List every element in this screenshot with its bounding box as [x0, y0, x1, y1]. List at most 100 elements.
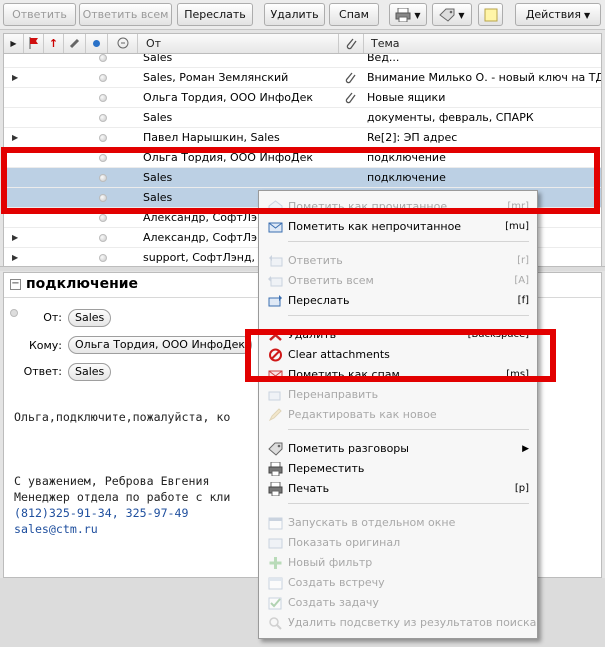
message-from: Sales, Роман Землянский — [143, 71, 289, 84]
attachment-icon — [345, 92, 356, 104]
message-subject: Внимание Милько О. - новый ключ на ТД ЕТ — [367, 71, 602, 84]
message-row[interactable]: ▶ Павел Нарышкин, Sales Re[2]: ЭП адрес — [4, 128, 601, 148]
read-status-column-icon[interactable] — [86, 34, 108, 53]
expand-thread-icon[interactable]: ▶ — [12, 128, 18, 147]
chevron-down-icon: ▼ — [414, 11, 421, 20]
actions-menu-button[interactable]: Действия ▼ — [515, 3, 601, 26]
reply-to-label: Ответ: — [23, 365, 62, 378]
menu-item-label: Ответить всем — [288, 274, 374, 287]
signature-name: С уважением, Реброва Евгения — [14, 474, 210, 488]
note-icon — [484, 8, 497, 22]
read-status-dot[interactable] — [99, 94, 107, 102]
menu-item-label: Ответить — [288, 254, 343, 267]
menu-item[interactable]: Ответить всем [A] — [259, 271, 537, 291]
from-pill[interactable]: Sales — [68, 309, 112, 327]
menu-item[interactable]: Переслать [f] — [259, 291, 537, 311]
menu-item[interactable]: Пометить разговоры ▶ — [259, 439, 537, 459]
forward-button[interactable]: Переслать — [177, 3, 253, 26]
delete-button[interactable]: Удалить — [264, 3, 325, 26]
attachment-column-icon[interactable] — [64, 34, 86, 53]
read-status-dot[interactable] — [99, 74, 107, 82]
collapse-icon[interactable]: − — [10, 279, 21, 290]
expand-thread-icon[interactable]: ▶ — [12, 68, 18, 87]
signature-email[interactable]: sales@ctm.ru — [14, 521, 98, 537]
menu-separator — [288, 241, 529, 242]
menu-item[interactable]: Новый фильтр — [259, 553, 537, 573]
spam-button[interactable]: Спам — [329, 3, 379, 26]
expand-thread-icon[interactable]: ▶ — [12, 248, 18, 266]
message-row[interactable]: Sales документы, февраль, СПАРК — [4, 108, 601, 128]
menu-item[interactable]: Запускать в отдельном окне — [259, 513, 537, 533]
signature-phone[interactable]: (812)325-91-34, 325-97-49 — [14, 505, 189, 521]
junk-column-icon[interactable] — [108, 34, 138, 53]
tag-icon — [439, 8, 455, 22]
menu-item[interactable]: Создать встречу — [259, 573, 537, 593]
menu-item-label: Редактировать как новое — [288, 408, 437, 421]
message-row[interactable]: Ольга Тордия, ООО ИнфоДек Новые ящики — [4, 88, 601, 108]
menu-item[interactable]: Показать оригинал — [259, 533, 537, 553]
forward-icon — [268, 295, 282, 307]
subject-column-header[interactable]: Тема — [364, 34, 601, 53]
message-from: Павел Нарышкин, Sales — [143, 131, 280, 144]
pencil-icon — [268, 408, 282, 422]
to-pill[interactable]: Ольга Тордия, ООО ИнфоДек — [68, 336, 253, 354]
expand-column-icon[interactable]: ▶ — [4, 34, 24, 53]
attachment-icon — [345, 72, 356, 84]
reply-to-pill[interactable]: Sales — [68, 363, 112, 381]
menu-item[interactable]: Создать задачу — [259, 593, 537, 613]
menu-item-label: Переслать — [288, 294, 350, 307]
flag-column-icon[interactable] — [24, 34, 44, 53]
read-status-dot[interactable] — [99, 114, 107, 122]
menu-item-label: Создать встречу — [288, 576, 385, 589]
message-subject: Новые ящики — [367, 91, 446, 104]
menu-item[interactable]: Пометить как непрочитанное [mu] — [259, 217, 537, 237]
read-status-dot[interactable] — [99, 134, 107, 142]
read-status-dot[interactable] — [99, 214, 107, 222]
message-row[interactable]: ▶ Sales, Роман Землянский Внимание Милько … — [4, 68, 602, 88]
tag-menu-button[interactable]: ▼ — [432, 3, 472, 26]
move-icon — [268, 462, 283, 476]
reply-all-button[interactable]: Ответить всем — [79, 3, 172, 26]
window-icon — [268, 517, 283, 530]
read-status-dot[interactable] — [99, 234, 107, 242]
menu-item-shortcut: [p] — [514, 483, 529, 494]
toolbar: Ответить Ответить всем Переслать Удалить… — [0, 0, 605, 30]
message-row[interactable]: Sales Вед... — [4, 54, 601, 68]
note-button[interactable] — [478, 3, 503, 26]
search-icon — [269, 617, 282, 630]
move-to-folder-button[interactable]: ▼ — [389, 3, 427, 26]
attachment-header-icon[interactable] — [339, 34, 364, 53]
task-icon — [268, 597, 282, 610]
read-status-dot[interactable] — [99, 54, 107, 62]
menu-item-label: Запускать в отдельном окне — [288, 516, 456, 529]
expand-thread-icon[interactable]: ▶ — [12, 228, 18, 247]
message-subject: документы, февраль, СПАРК — [367, 111, 534, 124]
message-subject: Re[2]: ЭП адрес — [367, 131, 458, 144]
menu-item-label: Пометить разговоры — [288, 442, 409, 455]
highlight-box-clear-attachments — [245, 329, 556, 382]
menu-item[interactable]: Переместить — [259, 459, 537, 479]
menu-item[interactable]: Ответить [r] — [259, 251, 537, 271]
message-body-line: Ольга,подключите,пожалуйста, ко — [14, 410, 231, 424]
reply-button[interactable]: Ответить — [3, 3, 76, 26]
context-menu: Пометить как прочитанное [mr] Пометить как… — [258, 190, 538, 639]
redirect-icon — [268, 391, 281, 401]
highlight-box-selected-rows — [1, 147, 600, 214]
menu-item[interactable]: Удалить подсветку из результатов поиска — [259, 613, 537, 633]
menu-item-label: Создать задачу — [288, 596, 379, 609]
message-from: Ольга Тордия, ООО ИнфоДек — [143, 91, 314, 104]
from-column-header[interactable]: От — [138, 34, 339, 53]
message-from: Sales — [143, 54, 173, 64]
priority-column-icon[interactable]: ↑ — [44, 34, 64, 53]
preview-subject: подключение — [26, 276, 139, 292]
tag-icon — [268, 442, 283, 456]
chevron-down-icon: ▼ — [584, 11, 591, 20]
menu-separator — [288, 315, 529, 316]
menu-item[interactable]: Редактировать как новое — [259, 405, 537, 425]
read-status-dot[interactable] — [99, 254, 107, 262]
to-label: Кому: — [28, 339, 62, 352]
message-subject: Вед... — [367, 54, 400, 64]
menu-item[interactable]: Печать [p] — [259, 479, 537, 499]
menu-item[interactable]: Перенаправить — [259, 385, 537, 405]
message-list-header: ▶ ↑ От Тема — [3, 33, 602, 54]
